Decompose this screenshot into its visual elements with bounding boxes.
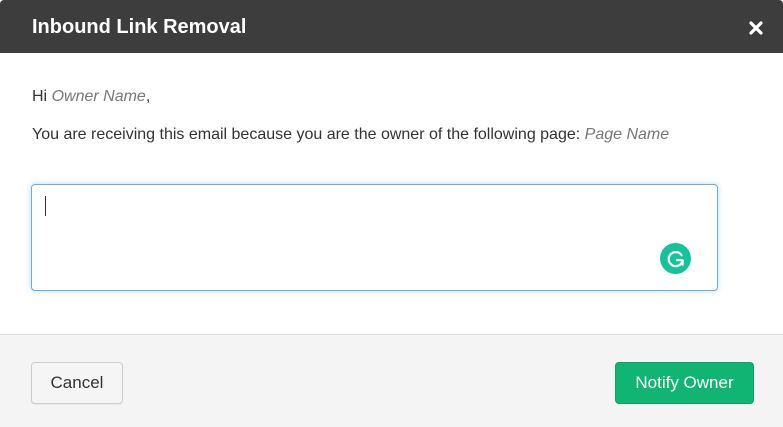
cancel-button[interactable]: Cancel xyxy=(31,362,123,404)
grammarly-button[interactable] xyxy=(660,243,691,274)
notify-owner-button[interactable]: Notify Owner xyxy=(615,362,754,404)
owner-name-placeholder: Owner Name xyxy=(51,88,146,105)
text-cursor xyxy=(45,196,46,216)
inbound-link-removal-dialog: Inbound Link Removal Hi Owner Name, You … xyxy=(0,0,783,427)
message-body: You are receiving this email because you… xyxy=(32,126,585,143)
dialog-title: Inbound Link Removal xyxy=(32,16,247,38)
greeting-prefix: Hi xyxy=(32,88,52,105)
dialog-body: Hi Owner Name, You are receiving this em… xyxy=(0,53,783,334)
close-button[interactable] xyxy=(745,17,767,39)
message-text: You are receiving this email because you… xyxy=(32,122,712,148)
message-input-wrapper xyxy=(31,184,718,291)
page-name-placeholder: Page Name xyxy=(584,126,670,143)
grammarly-icon xyxy=(667,250,684,267)
dialog-footer: Cancel Notify Owner xyxy=(0,334,783,427)
greeting-text: Hi Owner Name, xyxy=(32,87,150,107)
greeting-suffix: , xyxy=(145,88,151,105)
dialog-header: Inbound Link Removal xyxy=(0,0,783,53)
close-icon xyxy=(749,21,763,35)
message-input[interactable] xyxy=(32,185,717,290)
